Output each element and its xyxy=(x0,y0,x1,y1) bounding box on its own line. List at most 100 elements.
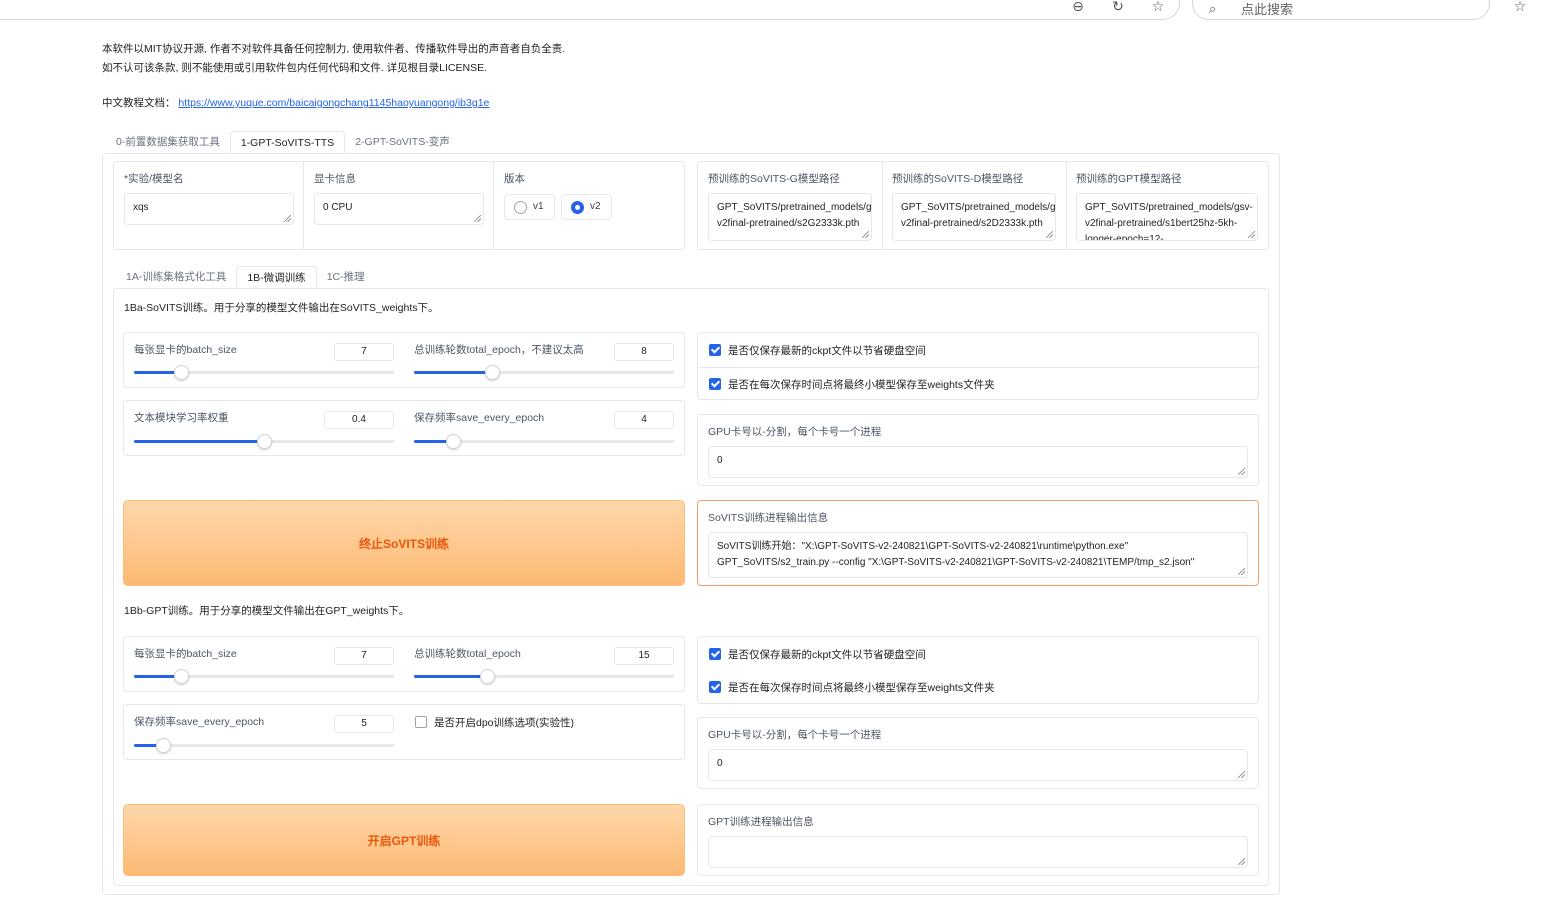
gpt-section-title: 1Bb-GPT训练。用于分享的模型文件输出在GPT_weights下。 xyxy=(124,605,410,617)
gpt-batch-input[interactable]: 7 xyxy=(334,647,394,665)
gpt-save-latest-label: 是否仅保存最新的ckpt文件以节省硬盘空间 xyxy=(728,649,926,661)
slider-thumb[interactable] xyxy=(446,434,461,449)
search-placeholder: 点此搜索 xyxy=(1241,2,1294,17)
sovits-g-label: 预训练的SoVITS-G模型路径 xyxy=(708,173,840,185)
gpt-save-every-input[interactable]: 5 xyxy=(334,715,394,733)
slider-thumb[interactable] xyxy=(173,365,189,380)
tab-voice-changer[interactable]: 2-GPT-SoVITS-变声 xyxy=(345,131,460,153)
slider-thumb[interactable] xyxy=(479,669,495,684)
version-radio-v2[interactable]: v2 xyxy=(561,194,612,220)
exp-name-input[interactable]: xqs xyxy=(124,193,294,225)
sovits-save-latest-checkbox[interactable] xyxy=(709,344,721,356)
tab-dataset-tools[interactable]: 0-前置数据集获取工具 xyxy=(106,131,230,153)
gpt-batch-label: 每张显卡的batch_size xyxy=(134,648,237,660)
zoom-out-icon[interactable]: ⊖ xyxy=(1070,0,1086,14)
doc-line: 中文教程文档： https://www.yuque.com/baicaigong… xyxy=(102,95,489,110)
sovits-sliders-row1: 每张显卡的batch_size 7 总训练轮数total_epoch，不建议太高… xyxy=(123,332,685,388)
gpt-save-every-label: 保存频率save_every_epoch xyxy=(134,716,265,728)
sovits-batch-input[interactable]: 7 xyxy=(334,343,394,361)
gpt-save-every-slider[interactable] xyxy=(134,738,394,753)
dpo-checkbox[interactable] xyxy=(415,716,427,728)
gpt-epoch-label: 总训练轮数total_epoch xyxy=(414,648,521,660)
tab-finetune[interactable]: 1B-微调训练 xyxy=(236,266,317,288)
start-gpt-training-button[interactable]: 开启GPT训练 xyxy=(123,804,685,876)
gpt-epoch-input[interactable]: 15 xyxy=(614,647,674,665)
pretrained-paths-group: 预训练的SoVITS-G模型路径 GPT_SoVITS/pretrained_m… xyxy=(697,161,1269,250)
radio-v1-label: v1 xyxy=(533,201,544,212)
gpt-batch-slider[interactable] xyxy=(134,669,394,684)
radio-v2-label: v2 xyxy=(590,201,601,212)
text-lr-label: 文本模块学习率权重 xyxy=(134,412,229,424)
gpu-info-label: 显卡信息 xyxy=(314,173,356,185)
gpt-output-group: GPT训练进程输出信息 xyxy=(697,804,1259,876)
gpt-output-textarea[interactable] xyxy=(708,836,1248,868)
gpt-epoch-slider[interactable] xyxy=(414,669,674,684)
sub-tabs: 1A-训练集格式化工具 1B-微调训练 1C-推理 xyxy=(116,266,375,288)
refresh-icon[interactable]: ↻ xyxy=(1110,0,1126,14)
stop-sovits-training-button[interactable]: 终止SoVITS训练 xyxy=(123,500,685,586)
radio-v1-dot xyxy=(514,201,527,214)
gpt-gpu-ids-label: GPU卡号以-分割，每个卡号一个进程 xyxy=(708,729,882,741)
gpt-path-input[interactable]: GPT_SoVITS/pretrained_models/gsv-v2final… xyxy=(1076,193,1258,241)
gpu-info-input[interactable]: 0 CPU xyxy=(314,193,484,225)
sovits-gpu-ids-input[interactable]: 0 xyxy=(708,446,1248,478)
text-lr-slider[interactable] xyxy=(134,434,394,449)
main-tabs: 0-前置数据集获取工具 1-GPT-SoVITS-TTS 2-GPT-SoVIT… xyxy=(106,131,460,153)
doc-link[interactable]: https://www.yuque.com/baicaigongchang114… xyxy=(178,97,489,109)
sovits-output-textarea[interactable]: SoVITS训练开始："X:\GPT-SoVITS-v2-240821\GPT-… xyxy=(708,532,1248,578)
gpt-save-weights-label: 是否在每次保存时间点将最终小模型保存至weights文件夹 xyxy=(728,682,995,694)
sovits-epoch-input[interactable]: 8 xyxy=(614,343,674,361)
notice-line-2: 如不认可该条款, 则不能使用或引用软件包内任何代码和文件. 详见根目录LICEN… xyxy=(102,62,488,74)
notice-line-1: 本软件以MIT协议开源, 作者不对软件具备任何控制力, 使用软件者、传播软件导出… xyxy=(102,43,566,55)
sovits-epoch-label: 总训练轮数total_epoch，不建议太高 xyxy=(414,344,584,356)
slider-thumb[interactable] xyxy=(155,738,171,753)
version-label: 版本 xyxy=(504,173,525,185)
slider-thumb[interactable] xyxy=(257,434,272,449)
address-bar[interactable] xyxy=(0,0,1180,20)
sovits-save-every-slider[interactable] xyxy=(414,434,674,449)
sovits-save-weights-checkbox[interactable] xyxy=(709,378,721,390)
gpt-sliders-row2: 保存频率save_every_epoch 5 是否开启dpo训练选项(实验性) xyxy=(123,704,685,760)
sovits-section-title: 1Ba-SoVITS训练。用于分享的模型文件输出在SoVITS_weights下… xyxy=(124,302,439,314)
slider-thumb[interactable] xyxy=(485,365,500,380)
browser-search-box[interactable]: ⌕ 点此搜索 xyxy=(1192,0,1490,20)
radio-v2-dot xyxy=(571,201,584,214)
sovits-output-group: SoVITS训练进程输出信息 SoVITS训练开始："X:\GPT-SoVITS… xyxy=(697,500,1259,586)
gpt-save-latest-checkbox[interactable] xyxy=(709,648,721,660)
sovits-batch-label: 每张显卡的batch_size xyxy=(134,344,237,356)
version-radio-v1[interactable]: v1 xyxy=(504,194,555,220)
sovits-d-path-input[interactable]: GPT_SoVITS/pretrained_models/gsv-v2final… xyxy=(892,193,1056,241)
sovits-save-weights-label: 是否在每次保存时间点将最终小模型保存至weights文件夹 xyxy=(728,379,995,391)
slider-thumb[interactable] xyxy=(173,669,189,684)
sovits-gpu-ids-group: GPU卡号以-分割，每个卡号一个进程 0 xyxy=(697,414,1259,486)
gpt-gpu-ids-group: GPU卡号以-分割，每个卡号一个进程 0 xyxy=(697,717,1259,789)
tab-dataset-format[interactable]: 1A-训练集格式化工具 xyxy=(116,266,236,288)
settings-group: *实验/模型名 xqs 显卡信息 0 CPU 版本 v1 v2 xyxy=(113,161,685,250)
sovits-epoch-slider[interactable] xyxy=(414,365,674,380)
star-icon[interactable]: ☆ xyxy=(1150,0,1166,14)
gpt-checkbox-group: 是否仅保存最新的ckpt文件以节省硬盘空间 是否在每次保存时间点将最终小模型保存… xyxy=(697,636,1259,704)
sovits-g-path-input[interactable]: GPT_SoVITS/pretrained_models/gsv-v2final… xyxy=(708,193,872,241)
browser-toolbar: ⊖ ↻ ☆ ⌕ 点此搜索 ☆ xyxy=(0,0,1565,20)
sovits-output-label: SoVITS训练进程输出信息 xyxy=(708,512,829,524)
text-lr-input[interactable]: 0.4 xyxy=(324,411,394,429)
gpt-save-weights-checkbox[interactable] xyxy=(709,681,721,693)
tab-gpt-sovits-tts[interactable]: 1-GPT-SoVITS-TTS xyxy=(229,131,346,153)
exp-name-label: *实验/模型名 xyxy=(124,173,184,185)
dpo-label: 是否开启dpo训练选项(实验性) xyxy=(434,717,575,729)
gpt-gpu-ids-input[interactable]: 0 xyxy=(708,749,1248,781)
search-icon: ⌕ xyxy=(1209,1,1217,16)
sovits-save-every-input[interactable]: 4 xyxy=(614,411,674,429)
favorites-icon[interactable]: ☆ xyxy=(1512,0,1528,14)
sovits-save-every-label: 保存频率save_every_epoch xyxy=(414,412,545,424)
sovits-sliders-row2: 文本模块学习率权重 0.4 保存频率save_every_epoch 4 xyxy=(123,400,685,456)
sovits-batch-slider[interactable] xyxy=(134,365,394,380)
doc-label: 中文教程文档： xyxy=(102,97,176,109)
tab-inference[interactable]: 1C-推理 xyxy=(317,266,375,288)
license-notice: 本软件以MIT协议开源, 作者不对软件具备任何控制力, 使用软件者、传播软件导出… xyxy=(102,40,565,78)
gpt-path-label: 预训练的GPT模型路径 xyxy=(1076,173,1182,185)
gpt-output-label: GPT训练进程输出信息 xyxy=(708,816,814,828)
sovits-d-label: 预训练的SoVITS-D模型路径 xyxy=(892,173,1024,185)
gpt-sliders-row1: 每张显卡的batch_size 7 总训练轮数total_epoch 15 xyxy=(123,636,685,692)
sovits-gpu-ids-label: GPU卡号以-分割，每个卡号一个进程 xyxy=(708,426,882,438)
